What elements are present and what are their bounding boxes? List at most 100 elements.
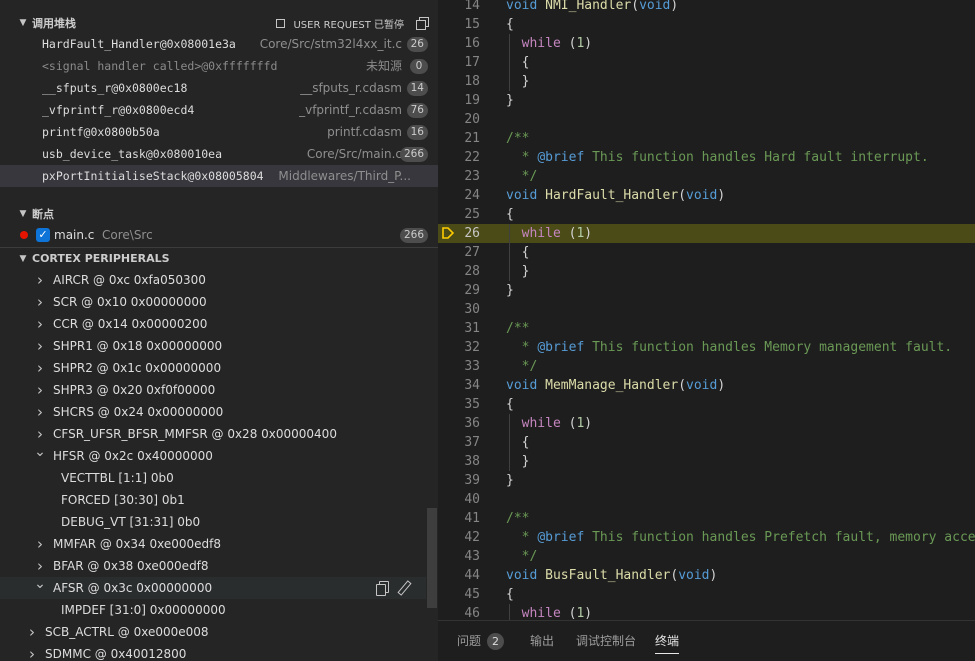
line-code: void NMI_Handler(void) [506,0,678,15]
code-line[interactable]: 32 * @brief This function handles Memory… [438,338,975,357]
code-line[interactable]: 21 /** [438,129,975,148]
code-line[interactable]: 34 void MemManage_Handler(void) [438,376,975,395]
call-stack-frame[interactable]: HardFault_Handler@0x08001e3a Core/Src/stm… [0,33,438,55]
chevron-right-icon[interactable]: › [34,291,46,313]
code-line[interactable]: 39} [438,471,975,490]
code-line[interactable]: 44 void BusFault_Handler(void) [438,566,975,585]
peripheral-register[interactable]: › SHCRS @ 0x24 0x00000000 [0,401,426,423]
code-token: This function handles Hard fault interru… [584,150,929,165]
chevron-right-icon[interactable]: › [26,621,38,643]
peripheral-register[interactable]: › BFAR @ 0x38 0xe000edf8 [0,555,426,577]
tab-output[interactable]: 输出 [530,632,554,649]
code-line[interactable]: 41 /** [438,509,975,528]
peripheral-register[interactable]: › SHPR2 @ 0x1c 0x00000000 [0,357,426,379]
tab-debug-console[interactable]: 调试控制台 [576,632,636,649]
code-line[interactable]: 25 { [438,205,975,224]
peripheral-label: MMFAR @ 0x34 0xe000edf8 [53,537,222,551]
cortex-peripherals-header[interactable]: ▼ CORTEX PERIPHERALS [0,247,438,269]
edit-value-icon[interactable] [397,581,410,595]
peripheral-register[interactable]: ⌄ HFSR @ 0x2c 0x40000000 [0,444,426,467]
code-line[interactable]: 29} [438,281,975,300]
code-line[interactable]: 36 while (1) [438,414,975,433]
peripheral-field[interactable]: VECTTBL [1:1] 0b0 [0,467,426,489]
call-stack-title: 调用堆栈 [32,17,76,30]
chevron-right-icon[interactable]: › [34,401,46,423]
code-line[interactable]: 30 [438,300,975,319]
code-line[interactable]: 31 /** [438,319,975,338]
breakpoint-dot-icon[interactable] [20,231,28,239]
code-line[interactable]: 28 } [438,262,975,281]
code-line[interactable]: 40 [438,490,975,509]
peripheral-register[interactable]: › AIRCR @ 0xc 0xfa050300 [0,269,426,291]
peripheral-field[interactable]: DEBUG_VT [31:31] 0b0 [0,511,426,533]
tab-terminal[interactable]: 终端 [655,632,680,654]
code-line[interactable]: 18 } [438,72,975,91]
call-stack-frame[interactable]: usb_device_task@0x080010ea Core/Src/main.… [0,143,438,165]
code-line[interactable]: 22 * @brief This function handles Hard f… [438,148,975,167]
frame-line-badge: 16 [406,125,428,140]
code-line[interactable]: 33 */ [438,357,975,376]
code-line[interactable]: 17 { [438,53,975,72]
frame-line-badge: 26 [406,37,428,52]
chevron-right-icon[interactable]: › [26,643,38,661]
sidebar-scrollbar-thumb[interactable] [427,508,437,608]
tab-problems[interactable]: 问题 2 [457,632,505,650]
code-token: ) [670,0,679,13]
peripheral-register[interactable]: › CFSR_UFSR_BFSR_MMFSR @ 0x28 0x00000400 [0,423,426,445]
peripheral-register[interactable]: › SCR @ 0x10 0x00000000 [0,291,426,313]
code-line[interactable]: 37 { [438,433,975,452]
call-stack-frame[interactable]: _vfprintf_r@0x0800ecd4 _vfprintf_r.cdasm 7… [0,99,438,121]
peripheral-register[interactable]: › SDMMC @ 0x40012800 [0,643,426,661]
code-token: */ [506,549,538,564]
call-stack-frame[interactable]: printf@0x0800b50a printf.cdasm 16 [0,121,438,143]
chevron-right-icon[interactable]: › [34,357,46,379]
peripheral-register[interactable]: › SHPR1 @ 0x18 0x00000000 [0,335,426,357]
code-line[interactable]: 15 { [438,15,975,34]
code-line[interactable]: 26 while (1) [438,224,975,243]
line-number: 33 [464,359,480,374]
code-line[interactable]: 16 while (1) [438,34,975,53]
code-line[interactable]: 46 while (1) [438,604,975,620]
code-line[interactable]: 19} [438,91,975,110]
code-line[interactable]: 43 */ [438,547,975,566]
chevron-right-icon[interactable]: › [34,269,46,291]
peripheral-register[interactable]: › CCR @ 0x14 0x00000200 [0,313,426,335]
code-token: */ [506,169,538,184]
call-stack-frame[interactable]: <signal handler called>@0xfffffffd 未知源 0 [0,55,438,77]
peripheral-field[interactable]: FORCED [30:30] 0b1 [0,489,426,511]
code-line[interactable]: 35 { [438,395,975,414]
breakpoint-item[interactable]: ✓ main.c Core\Src 266 [0,224,438,246]
peripheral-register[interactable]: › SHPR3 @ 0x20 0xf0f00000 [0,379,426,401]
code-token: * [506,340,538,355]
code-line[interactable]: 14 void NMI_Handler(void) [438,0,975,15]
code-line[interactable]: 27 { [438,243,975,262]
code-line[interactable]: 23 */ [438,167,975,186]
breakpoint-enabled-checkbox[interactable]: ✓ [36,228,50,242]
code-token: ) [584,606,593,620]
chevron-down-icon[interactable]: ⌄ [34,573,46,595]
code-line[interactable]: 24 void HardFault_Handler(void) [438,186,975,205]
peripheral-register[interactable]: › SCB_ACTRL @ 0xe000e008 [0,621,426,643]
call-stack-frame[interactable]: pxPortInitialiseStack@0x08005804 Middlewa… [0,165,438,187]
breakpoint-path: Core\Src [102,228,153,242]
call-stack-frame[interactable]: __sfputs_r@0x0800ec18 __sfputs_r.cdasm 14 [0,77,438,99]
code-line[interactable]: 42 * @brief This function handles Prefet… [438,528,975,547]
code-token: } [506,93,514,108]
call-stack-header[interactable]: ▼ 调用堆栈 USER REQUEST 已暂停 [0,12,438,34]
copy-value-icon[interactable] [376,581,389,596]
chevron-right-icon[interactable]: › [34,379,46,401]
line-number: 40 [464,492,480,507]
collapse-all-icon[interactable] [416,17,429,30]
peripheral-field[interactable]: IMPDEF [31:0] 0x00000000 [0,599,426,621]
chevron-right-icon[interactable]: › [34,313,46,335]
code-line[interactable]: 20 [438,110,975,129]
code-line[interactable]: 45 { [438,585,975,604]
breakpoints-header[interactable]: ▼ 断点 [0,203,438,225]
code-line[interactable]: 38 } [438,452,975,471]
chevron-right-icon[interactable]: › [34,533,46,555]
peripheral-register[interactable]: › MMFAR @ 0x34 0xe000edf8 [0,533,426,555]
code-editor[interactable]: 14 void NMI_Handler(void) 15{16 while (1) 1… [438,0,975,620]
chevron-right-icon[interactable]: › [34,335,46,357]
chevron-down-icon[interactable]: ⌄ [34,441,46,463]
peripheral-register[interactable]: ⌄ AFSR @ 0x3c 0x00000000 [0,576,426,599]
